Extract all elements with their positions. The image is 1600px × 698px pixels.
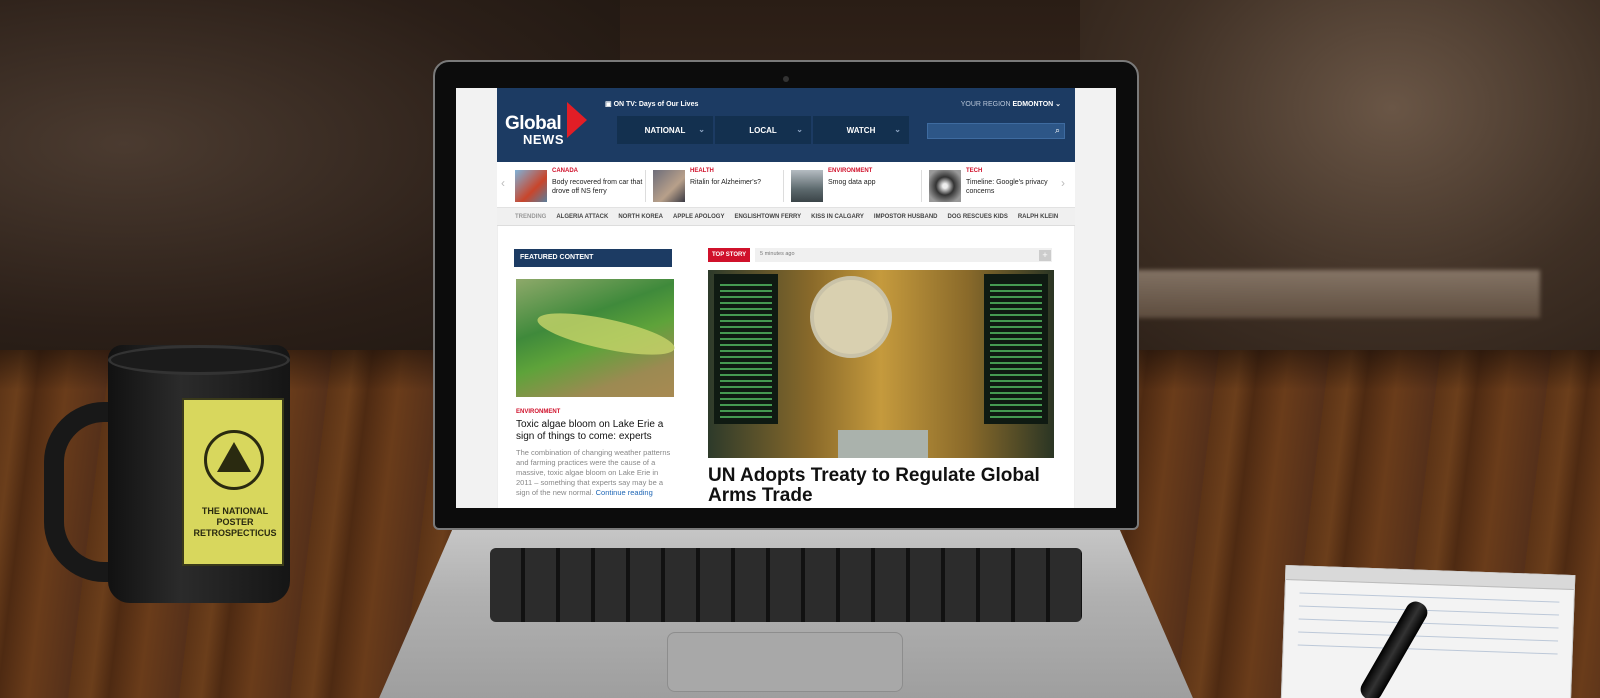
logo-top: Global xyxy=(505,113,562,134)
region-label: YOUR REGION xyxy=(960,101,1011,108)
carousel-story[interactable]: TECH Timeline: Google's privacy concerns xyxy=(929,168,1063,202)
camera-icon xyxy=(783,76,789,82)
chevron-right-icon[interactable]: › xyxy=(1061,176,1065,190)
vote-board xyxy=(714,274,778,424)
story-category: ENVIRONMENT xyxy=(828,168,873,174)
trending-item[interactable]: IMPOSTOR HUSBAND xyxy=(874,214,938,220)
featured-category[interactable]: ENVIRONMENT xyxy=(516,409,560,415)
story-thumbnail xyxy=(791,170,823,202)
trending-item[interactable]: NORTH KOREA xyxy=(618,214,663,220)
vote-board xyxy=(984,274,1048,424)
logo-bottom: NEWS xyxy=(523,132,564,147)
trending-item[interactable]: APPLE APOLOGY xyxy=(673,214,724,220)
top-story-time: 5 minutes ago xyxy=(760,251,795,257)
chevron-left-icon[interactable]: ‹ xyxy=(501,176,505,190)
trending-item[interactable]: DOG RESCUES KIDS xyxy=(947,214,1007,220)
top-story-title[interactable]: UN Adopts Treaty to Regulate Global Arms… xyxy=(708,466,1048,506)
laptop-trackpad xyxy=(667,632,903,692)
search-icon[interactable]: ⌕ xyxy=(1055,125,1060,136)
featured-image[interactable] xyxy=(516,279,678,397)
notepad-line xyxy=(1299,605,1559,616)
story-category: CANADA xyxy=(552,168,578,174)
plus-icon[interactable]: + xyxy=(1039,250,1051,261)
trending-bar: TRENDING ALGERIA ATTACK NORTH KOREA APPL… xyxy=(497,208,1075,226)
carousel-story[interactable]: CANADA Body recovered from car that drov… xyxy=(515,168,649,202)
trending-label: TRENDING xyxy=(515,213,547,220)
story-headline: Timeline: Google's privacy concerns xyxy=(966,179,1048,195)
un-emblem xyxy=(810,276,892,358)
site-header: Global NEWS ▣ ON TV: Days of Our Lives Y… xyxy=(497,88,1075,162)
notepad-line xyxy=(1297,644,1558,655)
news-website: Global NEWS ▣ ON TV: Days of Our Lives Y… xyxy=(497,88,1075,508)
region-value: EDMONTON ⌄ xyxy=(1012,101,1061,108)
algae-wave xyxy=(534,304,678,364)
laptop-keyboard xyxy=(490,548,1082,622)
pyramid-icon xyxy=(217,442,251,472)
divider xyxy=(645,170,646,202)
nav-label: LOCAL xyxy=(749,125,777,135)
notepad xyxy=(1280,564,1576,698)
chevron-down-icon: ⌄ xyxy=(796,125,803,134)
trending-item[interactable]: ENGLISHTOWN FERRY xyxy=(734,214,801,220)
trending-item[interactable]: ALGERIA ATTACK xyxy=(556,214,608,220)
site-logo[interactable]: Global NEWS xyxy=(505,102,587,147)
mug-label: THE NATIONAL POSTER RETROSPECTICUS xyxy=(182,398,284,566)
logo-chevron-icon xyxy=(567,102,587,138)
nav-national[interactable]: NATIONAL ⌄ xyxy=(617,116,713,144)
mug-rim xyxy=(108,345,290,375)
on-tv-text: ON TV: Days of Our Lives xyxy=(613,101,699,108)
region-selector[interactable]: YOUR REGION EDMONTON ⌄ xyxy=(961,100,1061,108)
featured-heading: FEATURED CONTENT xyxy=(514,249,672,267)
nav-watch[interactable]: WATCH ⌄ xyxy=(813,116,909,144)
chevron-down-icon: ⌄ xyxy=(698,125,705,134)
main-nav: NATIONAL ⌄ LOCAL ⌄ WATCH ⌄ xyxy=(617,116,909,144)
featured-title[interactable]: Toxic algae bloom on Lake Erie a sign of… xyxy=(516,419,676,443)
story-headline: Smog data app xyxy=(828,179,876,186)
featured-body: The combination of changing weather patt… xyxy=(516,448,676,498)
chevron-down-icon: ⌄ xyxy=(894,125,901,134)
notepad-line xyxy=(1298,618,1559,629)
nav-label: WATCH xyxy=(846,125,876,135)
top-story-bar xyxy=(755,248,1052,262)
notepad-line xyxy=(1298,631,1559,642)
trending-item[interactable]: KISS IN CALGARY xyxy=(811,214,864,220)
trending-item[interactable]: RALPH KLEIN xyxy=(1018,214,1058,220)
search-input[interactable]: ⌕ xyxy=(927,123,1065,139)
nav-label: NATIONAL xyxy=(644,125,686,135)
on-tv-link[interactable]: ▣ ON TV: Days of Our Lives xyxy=(605,100,698,108)
story-thumbnail xyxy=(515,170,547,202)
story-carousel: ‹ CANADA Body recovered from car that dr… xyxy=(497,162,1075,208)
divider xyxy=(921,170,922,202)
laptop-screen: Global NEWS ▣ ON TV: Days of Our Lives Y… xyxy=(456,88,1116,508)
top-story-badge: TOP STORY xyxy=(708,248,751,262)
story-thumbnail xyxy=(653,170,685,202)
story-category: TECH xyxy=(966,168,983,174)
notepad-line xyxy=(1299,592,1560,603)
carousel-story[interactable]: HEALTH Ritalin for Alzheimer's? xyxy=(653,168,787,202)
story-headline: Body recovered from car that drove off N… xyxy=(552,179,643,195)
top-story-image[interactable] xyxy=(708,270,1054,458)
story-headline: Ritalin for Alzheimer's? xyxy=(690,179,761,186)
mug-caption: THE NATIONAL POSTER RETROSPECTICUS xyxy=(193,506,277,538)
continue-reading-link[interactable]: Continue reading xyxy=(596,488,653,497)
background-scene: THE NATIONAL POSTER RETROSPECTICUS Globa… xyxy=(0,0,1600,698)
story-category: HEALTH xyxy=(690,168,714,174)
carousel-story[interactable]: ENVIRONMENT Smog data app xyxy=(791,168,925,202)
tv-icon: ▣ xyxy=(605,101,614,108)
divider xyxy=(783,170,784,202)
nav-local[interactable]: LOCAL ⌄ xyxy=(715,116,811,144)
story-thumbnail xyxy=(929,170,961,202)
podium xyxy=(838,430,928,458)
